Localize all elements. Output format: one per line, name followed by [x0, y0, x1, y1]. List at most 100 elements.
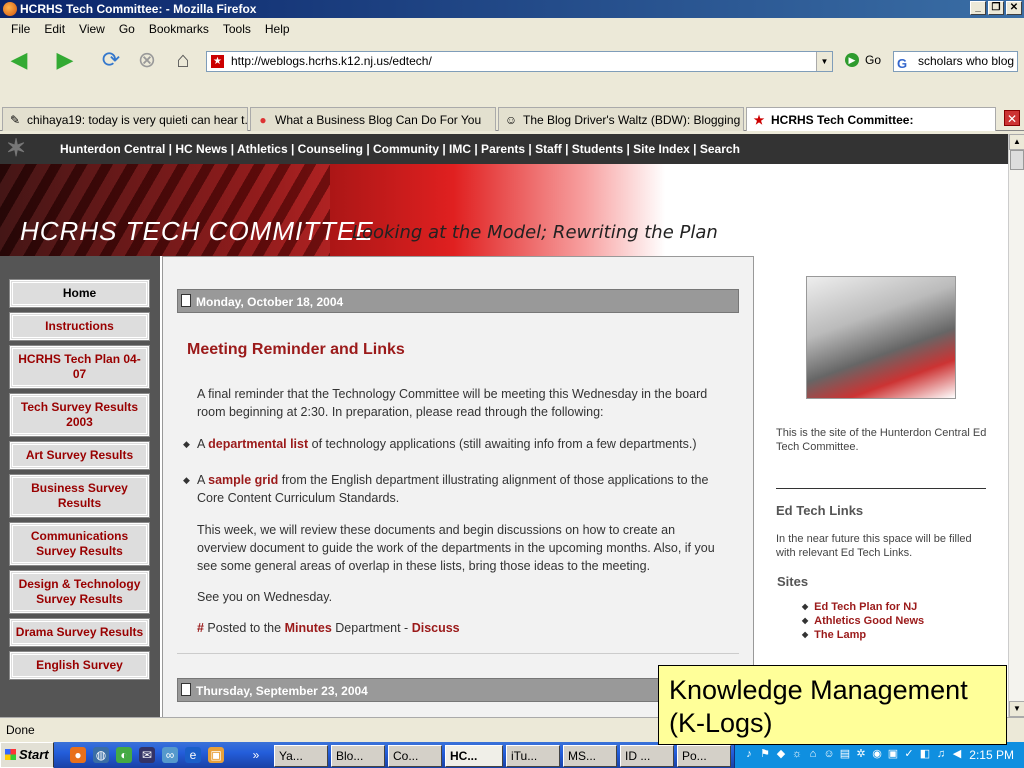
nav-english-survey[interactable]: English Survey [9, 651, 150, 680]
menu-edit[interactable]: Edit [37, 20, 72, 40]
nav-drama-survey[interactable]: Drama Survey Results [9, 618, 150, 647]
start-button[interactable]: Start [0, 742, 54, 768]
taskbar-item-po[interactable]: Po... [677, 745, 731, 767]
menu-tools[interactable]: Tools [216, 20, 258, 40]
post-bullet-2: ◆ A sample grid from the English departm… [183, 471, 717, 507]
nav-tech-plan[interactable]: HCRHS Tech Plan 04-07 [9, 345, 150, 389]
close-button[interactable]: ✕ [1006, 1, 1022, 15]
discuss-link[interactable]: Discuss [412, 621, 460, 635]
tray-icon[interactable]: ✲ [855, 747, 867, 761]
tray-icon[interactable]: ☺ [823, 747, 835, 761]
menu-file[interactable]: File [4, 20, 37, 40]
main-column: Monday, October 18, 2004 Meeting Reminde… [162, 256, 754, 717]
app-quicklaunch-icon[interactable]: ◐ [116, 747, 132, 763]
menu-help[interactable]: Help [258, 20, 297, 40]
firefox-quicklaunch-icon[interactable]: ● [70, 747, 86, 763]
sample-grid-link[interactable]: sample grid [208, 473, 278, 487]
reload-icon[interactable]: ⟳ [96, 46, 126, 74]
permalink-link[interactable]: # [197, 621, 204, 635]
taskbar-item-blo[interactable]: Blo... [331, 745, 385, 767]
stop-icon[interactable]: ⊗ [132, 46, 162, 74]
site-nav-bar: ✶ Hunterdon Central | HC News | Athletic… [0, 134, 1008, 164]
notes-quicklaunch-icon[interactable]: ▣ [208, 747, 224, 763]
url-input[interactable]: ★ http://weblogs.hcrhs.k12.nj.us/edtech/… [206, 51, 833, 72]
volume-icon[interactable]: ◀ [951, 747, 963, 761]
tray-icon[interactable]: ▣ [887, 747, 899, 761]
post-divider [177, 653, 739, 654]
departmental-list-link[interactable]: departmental list [208, 437, 308, 451]
scroll-down-icon[interactable]: ▼ [1009, 701, 1024, 717]
taskbar-item-hc[interactable]: HC... [445, 745, 503, 767]
taskbar-item-itunes[interactable]: iTu... [506, 745, 560, 767]
site-link-athletics-good-news[interactable]: Athletics Good News [802, 614, 924, 628]
link-quicklaunch-icon[interactable]: ∞ [162, 747, 178, 763]
menu-go[interactable]: Go [112, 20, 142, 40]
home-icon[interactable]: ⌂ [168, 46, 198, 74]
tab-chihaya[interactable]: ✎ chihaya19: today is very quieti can he… [2, 107, 248, 131]
scroll-up-icon[interactable]: ▲ [1009, 134, 1024, 150]
scroll-thumb[interactable] [1010, 150, 1024, 170]
taskbar-item-co[interactable]: Co... [388, 745, 442, 767]
go-button[interactable]: ▶ Go [845, 53, 881, 67]
minimize-button[interactable]: _ [970, 1, 986, 15]
site-link-ed-tech-plan[interactable]: Ed Tech Plan for NJ [802, 600, 924, 614]
clock[interactable]: 2:15 PM [969, 742, 1014, 768]
search-input[interactable]: G scholars who blog [893, 51, 1018, 72]
taskbar-item-ms[interactable]: MS... [563, 745, 617, 767]
url-dropdown-icon[interactable]: ▼ [816, 52, 832, 71]
tray-icon[interactable]: ☼ [791, 747, 803, 761]
post-intro: A final reminder that the Technology Com… [197, 387, 708, 419]
site-favicon-icon: ★ [211, 55, 224, 68]
caption-overlay: Knowledge Management (K-Logs) [658, 665, 1007, 745]
nav-business-survey[interactable]: Business Survey Results [9, 474, 150, 518]
back-icon[interactable]: ◀ [4, 46, 34, 74]
status-text: Done [6, 723, 35, 737]
minutes-link[interactable]: Minutes [285, 621, 332, 635]
taskbar-item-label: ID ... [625, 749, 651, 763]
window-titlebar[interactable]: HCRHS Tech Committee: - Mozilla Firefox … [0, 0, 1024, 18]
taskbar-item-label: Co... [393, 749, 419, 763]
nav-communications-survey[interactable]: Communications Survey Results [9, 522, 150, 566]
tray-icon[interactable]: ♫ [935, 747, 947, 761]
forward-icon[interactable]: ▶ [50, 46, 80, 74]
tray-icon[interactable]: ◧ [919, 747, 931, 761]
ie-quicklaunch-icon[interactable]: e [185, 747, 201, 763]
taskbar-item-label: MS... [568, 749, 597, 763]
tray-icon[interactable]: ▤ [839, 747, 851, 761]
tray-icon[interactable]: ◆ [775, 747, 787, 761]
nav-tech-survey-2003[interactable]: Tech Survey Results 2003 [9, 393, 150, 437]
close-tab-button[interactable]: ✕ [1004, 110, 1020, 126]
taskbar-item-yahoo[interactable]: Ya... [274, 745, 328, 767]
post-title[interactable]: Meeting Reminder and Links [187, 341, 405, 359]
window-title: HCRHS Tech Committee: - Mozilla Firefox [20, 2, 257, 16]
mail-quicklaunch-icon[interactable]: ✉ [139, 747, 155, 763]
tray-icon[interactable]: ⌂ [807, 747, 819, 761]
post-date-bar: Monday, October 18, 2004 [177, 289, 739, 313]
tray-icon[interactable]: ✓ [903, 747, 915, 761]
tab-business-blog[interactable]: ● What a Business Blog Can Do For You [250, 107, 496, 131]
nav-home[interactable]: Home [9, 279, 150, 308]
taskbar-item-id[interactable]: ID ... [620, 745, 674, 767]
nav-art-survey[interactable]: Art Survey Results [9, 441, 150, 470]
post-footer: # Posted to the Minutes Department - Dis… [197, 619, 717, 637]
vertical-scrollbar[interactable]: ▲ ▼ [1008, 134, 1024, 717]
tray-icon[interactable]: ♪ [743, 747, 755, 761]
tab-hcrhs-tech-committee[interactable]: ★ HCRHS Tech Committee: [746, 107, 996, 131]
globe-quicklaunch-icon[interactable]: ◍ [93, 747, 109, 763]
tray-icon[interactable]: ◉ [871, 747, 883, 761]
more-quicklaunch-icon[interactable]: » [248, 747, 264, 763]
site-link-the-lamp[interactable]: The Lamp [802, 628, 924, 642]
restore-button[interactable]: ❐ [988, 1, 1004, 15]
system-tray: ♪ ⚑ ◆ ☼ ⌂ ☺ ▤ ✲ ◉ ▣ ✓ ◧ ♫ ◀ 2:15 PM [734, 742, 1024, 768]
sites-heading: Sites [777, 574, 809, 589]
post-paragraph-3: See you on Wednesday. [197, 590, 333, 604]
nav-instructions[interactable]: Instructions [9, 312, 150, 341]
post-paragraph-2: This week, we will review these document… [197, 523, 715, 573]
tab-blog-drivers-waltz[interactable]: ☺ The Blog Driver's Waltz (BDW): Bloggin… [498, 107, 744, 131]
nav-design-tech-survey[interactable]: Design & Technology Survey Results [9, 570, 150, 614]
menu-view[interactable]: View [72, 20, 112, 40]
face-icon: ☺ [504, 113, 518, 127]
menu-bookmarks[interactable]: Bookmarks [142, 20, 216, 40]
tray-icon[interactable]: ⚑ [759, 747, 771, 761]
site-nav-links[interactable]: Hunterdon Central | HC News | Athletics … [60, 142, 740, 156]
